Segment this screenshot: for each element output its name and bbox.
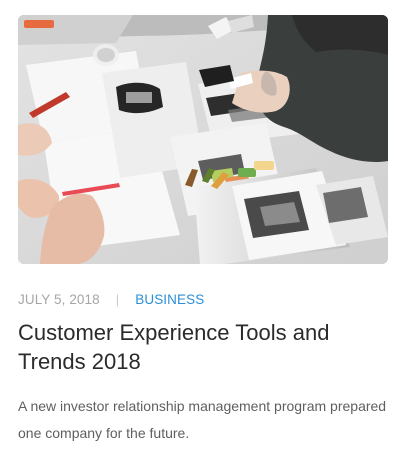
category-link[interactable]: BUSINESS: [135, 292, 204, 308]
post-image[interactable]: [18, 15, 388, 264]
blog-post-card[interactable]: JULY 5, 2018 | BUSINESS Customer Experie…: [0, 0, 406, 467]
post-excerpt: A new investor relationship management p…: [18, 398, 387, 441]
meta-separator: |: [115, 292, 120, 307]
post-title[interactable]: Customer Experience Tools and Trends 201…: [18, 318, 388, 376]
photo-icon: [18, 15, 388, 264]
post-date: JULY 5, 2018: [18, 292, 100, 307]
post-meta: JULY 5, 2018 | BUSINESS: [18, 292, 204, 308]
